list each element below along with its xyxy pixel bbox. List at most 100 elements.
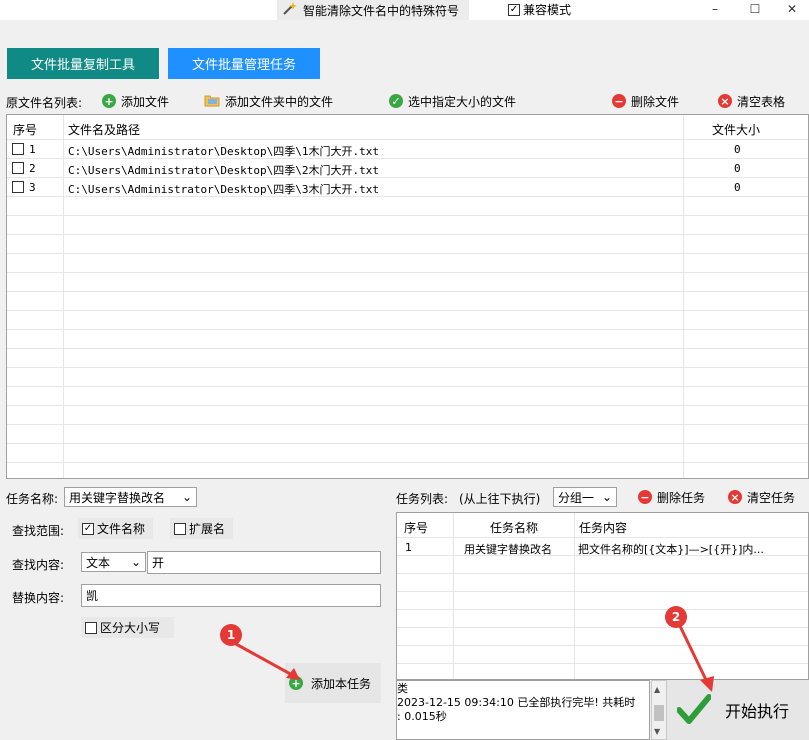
group-select[interactable]: 分组一 ⌄ <box>553 487 617 507</box>
app-title: 智能清除文件名中的特殊符号 <box>303 3 460 18</box>
checkmark-icon <box>676 693 712 727</box>
col-header-index: 序号 <box>13 123 38 137</box>
close-icon: × <box>718 94 732 108</box>
table-row[interactable]: 2 C:\Users\Administrator\Desktop\四季\2木门大… <box>7 159 808 178</box>
add-folder-label: 添加文件夹中的文件 <box>225 94 334 109</box>
task-name-select[interactable]: 用关键字替换改名 ⌄ <box>64 487 197 507</box>
minus-icon: − <box>612 94 626 108</box>
case-sensitive-checkbox[interactable] <box>85 621 97 634</box>
file-list-label: 原文件名列表: <box>6 96 83 110</box>
task-table[interactable]: 序号 任务名称 任务内容 1 用关键字替换改名 把文件名称的[{文本}]—>[{… <box>396 512 809 680</box>
compat-mode-checkbox[interactable]: ✓ <box>508 3 520 16</box>
row-index: 2 <box>29 162 36 175</box>
col-header-size: 文件大小 <box>712 123 761 137</box>
delete-task-label: 删除任务 <box>657 490 706 505</box>
chevron-down-icon: ⌄ <box>181 490 192 504</box>
delete-file-button[interactable]: − 删除文件 <box>612 92 679 110</box>
row-index: 1 <box>29 143 36 156</box>
scope-label: 查找范围: <box>12 524 65 538</box>
delete-file-label: 删除文件 <box>631 94 680 109</box>
task-col-header-name: 任务名称 <box>490 521 539 535</box>
find-value: 开 <box>152 556 165 570</box>
scope-filename-toggle[interactable]: ✓ 文件名称 <box>78 518 154 539</box>
task-list-label: 任务列表: <box>396 492 449 506</box>
log-line: 2023-12-15 09:34:10 已全部执行完毕! 共耗时 <box>397 696 636 709</box>
log-line: 类 <box>397 682 408 695</box>
task-row-name: 用关键字替换改名 <box>464 543 552 556</box>
compat-mode-label: 兼容模式 <box>523 3 572 17</box>
scope-ext-toggle[interactable]: 扩展名 <box>170 518 234 539</box>
row-checkbox[interactable] <box>12 143 24 155</box>
case-sensitive-label: 区分大小写 <box>100 621 161 635</box>
annotation-arrow-2 <box>678 625 714 692</box>
task-col-header-index: 序号 <box>404 521 429 535</box>
table-row[interactable]: 1 C:\Users\Administrator\Desktop\四季\1木门大… <box>7 140 808 159</box>
find-label: 查找内容: <box>12 558 65 572</box>
scroll-thumb[interactable] <box>654 705 664 721</box>
clear-table-label: 清空表格 <box>737 94 786 109</box>
clear-table-button[interactable]: × 清空表格 <box>718 92 785 110</box>
exec-order-note: (从上往下执行) <box>459 492 541 506</box>
task-name-label: 任务名称: <box>6 492 59 506</box>
log-scrollbar[interactable]: ▲ ▼ <box>651 680 667 740</box>
log-line: : 0.015秒 <box>397 710 447 723</box>
row-size: 0 <box>734 162 741 175</box>
scope-ext-checkbox[interactable] <box>174 522 186 535</box>
magic-wand-icon <box>281 1 297 20</box>
find-mode-value: 文本 <box>86 555 111 570</box>
scope-ext-label: 扩展名 <box>189 522 226 536</box>
select-by-size-button[interactable]: ✓ 选中指定大小的文件 <box>389 92 516 110</box>
row-index: 3 <box>29 181 36 194</box>
scope-filename-checkbox[interactable]: ✓ <box>82 522 94 535</box>
replace-value: 凯 <box>86 589 99 603</box>
row-size: 0 <box>734 181 741 194</box>
row-path: C:\Users\Administrator\Desktop\四季\3木门大开.… <box>68 183 380 196</box>
close-button[interactable]: ✕ <box>772 0 809 18</box>
add-file-label: 添加文件 <box>121 94 170 109</box>
compat-mode-toggle[interactable]: ✓ 兼容模式 <box>508 1 571 18</box>
minimize-button[interactable]: – <box>695 0 735 18</box>
case-sensitive-toggle[interactable]: 区分大小写 <box>81 617 175 638</box>
col-header-path: 文件名及路径 <box>68 123 141 137</box>
add-icon: + <box>102 94 116 108</box>
row-checkbox[interactable] <box>12 181 24 193</box>
task-row-content: 把文件名称的[{文本}]—>[{开}]内... <box>578 543 764 556</box>
select-by-size-label: 选中指定大小的文件 <box>408 94 517 109</box>
scroll-down-icon[interactable]: ▼ <box>654 727 660 736</box>
check-icon: ✓ <box>389 94 403 108</box>
task-row[interactable]: 1 用关键字替换改名 把文件名称的[{文本}]—>[{开}]内... <box>397 538 808 557</box>
task-col-header-content: 任务内容 <box>579 521 628 535</box>
row-checkbox[interactable] <box>12 162 24 174</box>
folder-icon <box>204 93 220 110</box>
find-input[interactable]: 开 <box>147 551 381 574</box>
tab-file-copy-tool[interactable]: 文件批量复制工具 <box>7 48 159 79</box>
chevron-down-icon: ⌄ <box>130 555 141 569</box>
chevron-down-icon: ⌄ <box>601 490 612 504</box>
row-path: C:\Users\Administrator\Desktop\四季\1木门大开.… <box>68 145 380 158</box>
start-execute-label: 开始执行 <box>725 702 790 721</box>
task-row-index: 1 <box>405 541 412 554</box>
table-row[interactable]: 3 C:\Users\Administrator\Desktop\四季\3木门大… <box>7 178 808 197</box>
add-folder-button[interactable]: 添加文件夹中的文件 <box>204 92 333 110</box>
close-icon: × <box>728 490 742 504</box>
find-mode-select[interactable]: 文本 ⌄ <box>81 552 146 572</box>
replace-input[interactable]: 凯 <box>81 584 381 607</box>
tab-file-manage-task[interactable]: 文件批量管理任务 <box>168 48 320 79</box>
annotation-arrow-1 <box>235 642 300 680</box>
add-task-label: 添加本任务 <box>311 676 372 691</box>
replace-label: 替换内容: <box>12 591 65 605</box>
group-value: 分组一 <box>558 490 595 505</box>
log-output: 类 2023-12-15 09:34:10 已全部执行完毕! 共耗时 : 0.0… <box>396 680 650 740</box>
row-size: 0 <box>734 143 741 156</box>
delete-task-button[interactable]: − 删除任务 <box>638 488 705 506</box>
clear-tasks-label: 清空任务 <box>747 490 796 505</box>
clear-tasks-button[interactable]: × 清空任务 <box>728 488 795 506</box>
minus-icon: − <box>638 490 652 504</box>
scope-filename-label: 文件名称 <box>97 522 146 536</box>
scroll-up-icon[interactable]: ▲ <box>654 685 660 694</box>
task-name-value: 用关键字替换改名 <box>69 490 166 505</box>
maximize-button[interactable]: ☐ <box>735 0 775 18</box>
file-table[interactable]: 序号 文件名及路径 文件大小 1 C:\Users\Administrator\… <box>6 114 809 479</box>
add-file-button[interactable]: + 添加文件 <box>102 92 169 110</box>
app-title-area: 智能清除文件名中的特殊符号 <box>277 0 470 20</box>
